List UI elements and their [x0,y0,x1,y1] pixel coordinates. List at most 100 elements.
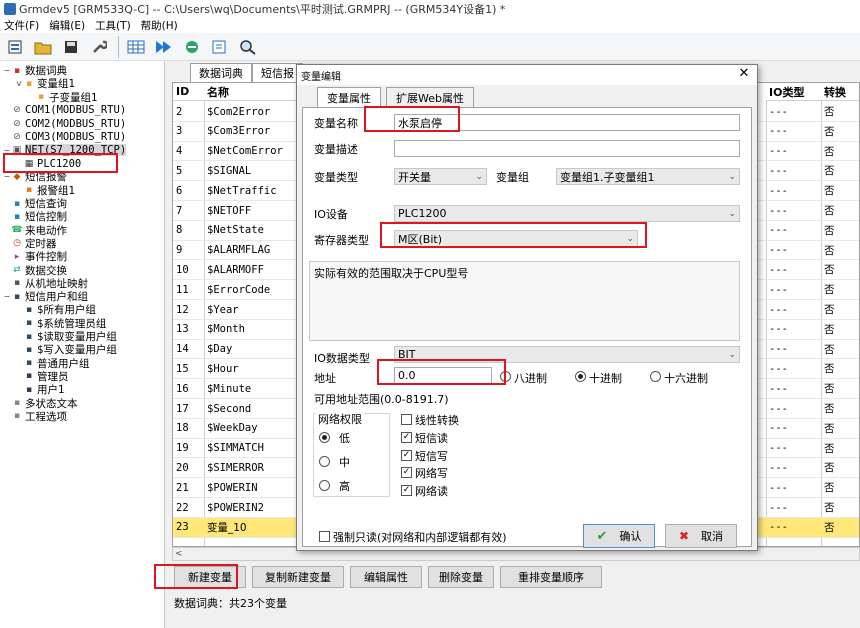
col-header-swap[interactable]: 转换 [821,83,859,101]
window-title: Grmdev5 [GRM533Q-C] -- C:\Users\wq\Docum… [19,3,506,16]
tree-item[interactable]: ▪ $读取变量用户组 [14,330,117,343]
cell-swap: 否 [824,125,835,138]
tree-item[interactable]: ☎ 来电动作 [2,224,67,237]
cell-swap: 否 [824,343,835,356]
link-icon: ⊘ [13,105,21,116]
new-project-icon[interactable] [4,37,26,57]
menu-file[interactable]: 文件(F) [4,18,39,33]
tree-item[interactable]: ▪ 管理员 [14,370,69,383]
col-header-id[interactable]: ID [173,83,204,101]
sms-read-checkbox[interactable]: ✓ [401,432,412,443]
cell-id: 11 [176,283,189,296]
tab-web-properties[interactable]: 扩展Web属性 [386,87,474,107]
var-type-select[interactable]: 开关量 ⌄ [394,168,487,185]
net-read-checkbox[interactable]: ✓ [401,485,412,496]
link-icon: ⊘ [13,132,21,142]
tree-item[interactable]: ▪ 普通用户组 [14,357,90,370]
cancel-button[interactable]: ✖ 取消 [665,524,737,548]
ok-button[interactable]: ✔ 确认 [583,524,655,548]
tree-item[interactable]: ⊘ COM3(MODBUS_RTU) [2,131,126,144]
open-folder-icon[interactable] [32,37,54,57]
cell-id: 22 [176,501,189,514]
search-icon[interactable] [237,37,259,57]
cancel-label: 取消 [701,530,724,543]
reorder-variables-button[interactable]: 重排变量顺序 [500,566,602,588]
net-write-checkbox[interactable]: ✓ [401,467,412,478]
close-icon[interactable]: ✕ [737,67,751,81]
tree-item[interactable]: ▪ $系统管理员组 [14,317,106,330]
save-icon[interactable] [60,37,82,57]
ok-label: 确认 [619,530,642,543]
cell-io: --- [769,521,788,534]
project-tree[interactable]: − ▪ 数据词典 v ▪ 变量组1 ▪ 子变量组1 ⊘ COM1(MODBUS_RTU) ⊘ COM2… [0,61,165,628]
tree-item[interactable]: ▪ 多状态文本 [2,397,78,410]
tree-item-label: COM1(MODBUS_RTU) [25,104,127,117]
force-readonly-checkbox[interactable] [319,531,330,542]
sms-write-label: 短信写 [415,450,448,463]
expand-toggle-icon[interactable]: − [2,172,12,181]
menu-edit[interactable]: 编辑(E) [49,18,85,33]
menu-help[interactable]: 帮助(H) [141,18,178,33]
tree-item[interactable]: ▪ 工程选项 [2,410,67,423]
sms-write-checkbox[interactable]: ✓ [401,450,412,461]
linear-convert-checkbox[interactable] [401,414,412,425]
var-name-label: 变量名称 [314,117,358,130]
expand-toggle-icon[interactable]: − [2,66,12,75]
var-group-select[interactable]: 变量组1.子变量组1 ⌄ [556,168,740,185]
tree-item-label: 工程选项 [25,410,67,423]
tree-item[interactable]: ▪ 短信控制 [2,210,67,223]
cell-io: --- [769,362,788,375]
grid-icon[interactable] [125,37,147,57]
menu-tools[interactable]: 工具(T) [95,18,131,33]
col-header-io-type[interactable]: IO类型 [766,83,821,101]
perm-high-radio[interactable] [319,480,330,491]
perm-low-radio[interactable] [319,432,330,443]
tree-item[interactable]: ▪ $写入变量用户组 [14,343,117,356]
sync-icon[interactable] [181,37,203,57]
tree-item[interactable]: ▪ 子变量组1 [26,91,97,104]
tab-data-dictionary[interactable]: 数据词典 [190,63,252,82]
scroll-left-icon[interactable]: < [175,548,183,560]
play-icon[interactable] [153,37,175,57]
tree-item[interactable]: v ▪ 变量组1 [14,77,75,90]
cell-io: --- [769,125,788,138]
network-permission-label: 网络权限 [316,411,364,427]
cell-io: --- [769,461,788,474]
radix-hex-radio[interactable] [650,371,661,382]
edit-properties-button[interactable]: 编辑属性 [350,566,422,588]
exchange-icon: ⇄ [13,265,21,275]
menu-bar: 文件(F) 编辑(E) 工具(T) 帮助(H) [0,18,860,33]
perm-mid-radio[interactable] [319,456,330,467]
tree-item[interactable]: − ▪ 数据词典 [2,64,67,77]
wrench-icon[interactable] [88,37,110,57]
tree-item[interactable]: ▪ 短信查询 [2,197,67,210]
tree-item[interactable]: − ▪ 短信用户和组 [2,290,88,303]
highlight-new-variable [154,564,238,589]
tab-variable-properties[interactable]: 变量属性 [317,87,381,108]
user-icon: ▪ [25,384,33,395]
tree-item[interactable]: ◷ 定时器 [2,237,56,250]
highlight-address [377,359,506,385]
var-group-label: 变量组 [496,171,529,184]
tree-item[interactable]: ⇄ 数据交换 [2,264,67,277]
tree-item[interactable]: ▪ 报警组1 [14,184,75,197]
tree-item[interactable]: ▪ 从机地址映射 [2,277,88,290]
tree-item[interactable]: ⊘ COM1(MODBUS_RTU) [2,104,126,117]
cell-id: 14 [176,343,189,356]
group-icon: ▪ [25,331,33,342]
tree-item[interactable]: ⊘ COM2(MODBUS_RTU) [2,117,126,130]
radix-dec-radio[interactable] [575,371,586,382]
tree-item[interactable]: ▪ $所有用户组 [14,303,96,316]
expand-toggle-icon[interactable]: − [2,292,12,301]
variable-edit-dialog: 变量编辑 ✕ 变量属性 扩展Web属性 变量名称 水泵启停 变量描述 变量类型 … [296,64,758,551]
io-device-select[interactable]: PLC1200 ⌄ [394,205,740,222]
copy-new-variable-button[interactable]: 复制新建变量 [252,566,344,588]
delete-variable-button[interactable]: 删除变量 [428,566,494,588]
tree-item[interactable]: ▸ 事件控制 [2,250,67,263]
expand-toggle-icon[interactable]: v [14,79,24,88]
var-desc-input[interactable] [394,140,740,157]
export-icon[interactable] [209,37,231,57]
net-write-label: 网络写 [415,467,448,480]
tree-item-label: 子变量组1 [49,91,98,104]
tree-item[interactable]: ▪ 用户1 [14,383,64,396]
